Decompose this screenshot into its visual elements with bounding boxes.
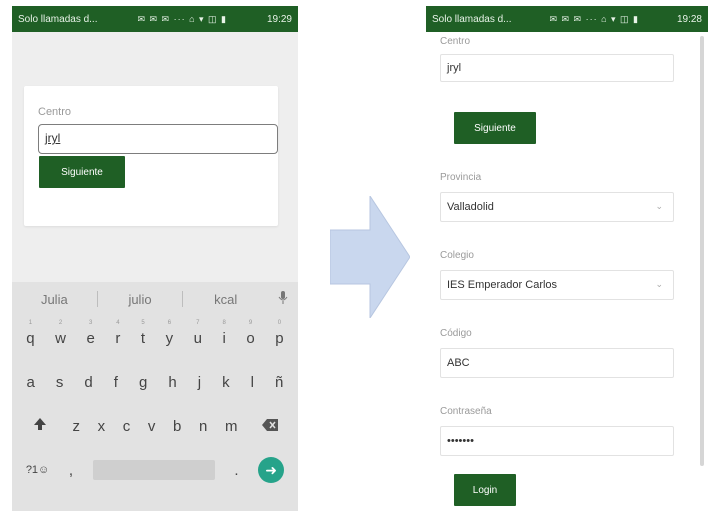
symbols-key[interactable]: ?1☺ xyxy=(26,464,49,476)
key-u[interactable]: 7u xyxy=(193,320,202,347)
key-m[interactable]: m xyxy=(225,418,238,435)
key-w[interactable]: 2w xyxy=(55,320,66,347)
suggestion-3[interactable]: kcal xyxy=(183,292,268,307)
key-hint: 0 xyxy=(277,319,282,326)
key-hint: 5 xyxy=(141,319,145,326)
keyboard-row-2: asdfghjklñ xyxy=(12,360,298,404)
colegio-select[interactable]: IES Emperador Carlos ⌄ xyxy=(440,270,674,300)
provincia-value: Valladolid xyxy=(447,201,494,213)
chevron-down-icon: ⌄ xyxy=(655,279,663,289)
key-h[interactable]: h xyxy=(168,374,176,391)
key-n[interactable]: n xyxy=(199,418,207,435)
codigo-label: Código xyxy=(440,328,472,339)
key-hint: 3 xyxy=(89,319,93,326)
key-s[interactable]: s xyxy=(56,374,64,391)
backspace-icon[interactable] xyxy=(255,418,285,435)
key-label: i xyxy=(222,329,226,347)
key-label: t xyxy=(140,329,146,347)
key-p[interactable]: 0p xyxy=(275,320,284,347)
key-d[interactable]: d xyxy=(84,374,92,391)
next-button[interactable]: Siguiente xyxy=(39,156,125,188)
space-key[interactable] xyxy=(92,460,215,480)
suggestion-2[interactable]: julio xyxy=(98,292,183,307)
key-hint: 1 xyxy=(28,319,33,326)
key-label: o xyxy=(246,329,255,347)
status-text: Solo llamadas d... xyxy=(432,13,512,25)
key-i[interactable]: 8i xyxy=(222,320,226,347)
status-time: 19:29 xyxy=(266,13,292,25)
key-t[interactable]: 5t xyxy=(140,320,146,347)
suggestion-1[interactable]: Julia xyxy=(12,292,97,307)
arrow-right-icon xyxy=(330,196,410,318)
keyboard-row-1: 1q2w3e4r5t6y7u8i9o0p xyxy=(12,316,298,360)
status-bar: Solo llamadas d... ✉ ✉ ✉ ··· ⌂ ▾ ◫ ▮ 19:… xyxy=(12,6,298,32)
key-y[interactable]: 6y xyxy=(165,320,174,347)
soft-keyboard: Julia julio kcal 1q2w3e4r5t6y7u8i9o0p as… xyxy=(12,282,298,511)
phone-screen-right: Solo llamadas d... ✉ ✉ ✉ ··· ⌂ ▾ ◫ ▮ 19:… xyxy=(426,6,708,520)
key-x[interactable]: x xyxy=(98,418,106,435)
status-icons: ✉ ✉ ✉ ··· ⌂ ▾ ◫ ▮ xyxy=(137,13,227,24)
status-time: 19:28 xyxy=(676,13,702,25)
key-b[interactable]: b xyxy=(173,418,181,435)
password-input[interactable]: ••••••• xyxy=(440,426,674,456)
mic-icon[interactable] xyxy=(268,290,298,308)
key-label: u xyxy=(193,329,202,347)
arrow-right-icon[interactable]: ➜ xyxy=(258,457,285,483)
key-label: w xyxy=(55,329,66,347)
key-z[interactable]: z xyxy=(72,418,80,435)
key-f[interactable]: f xyxy=(114,374,118,391)
period-key[interactable]: . xyxy=(234,462,238,479)
status-icons: ✉ ✉ ✉ ··· ⌂ ▾ ◫ ▮ xyxy=(549,13,639,24)
codigo-input[interactable]: ABC xyxy=(440,348,674,378)
key-hint: 7 xyxy=(196,319,200,326)
key-c[interactable]: c xyxy=(123,418,131,435)
key-g[interactable]: g xyxy=(139,374,147,391)
shift-icon[interactable] xyxy=(25,417,55,435)
key-hint: 8 xyxy=(222,319,226,326)
key-hint: 4 xyxy=(116,319,120,326)
key-q[interactable]: 1q xyxy=(26,320,35,347)
provincia-label: Provincia xyxy=(440,172,482,183)
comma-key[interactable]: , xyxy=(69,462,73,479)
centro-label: Centro xyxy=(440,36,471,47)
next-button[interactable]: Siguiente xyxy=(454,112,536,144)
chevron-down-icon: ⌄ xyxy=(655,201,663,211)
key-e[interactable]: 3e xyxy=(86,320,95,347)
scrollbar[interactable] xyxy=(700,36,704,466)
keyboard-row-4: ?1☺ , . ➜ xyxy=(12,448,298,492)
login-button[interactable]: Login xyxy=(454,474,516,506)
status-text: Solo llamadas d... xyxy=(18,13,98,25)
key-hint: 2 xyxy=(58,319,63,326)
key-label: e xyxy=(86,329,95,347)
keyboard-row-3: z xcvb n m xyxy=(12,404,298,448)
key-o[interactable]: 9o xyxy=(246,320,255,347)
key-v[interactable]: v xyxy=(148,418,156,435)
phone-screen-left: Solo llamadas d... ✉ ✉ ✉ ··· ⌂ ▾ ◫ ▮ 19:… xyxy=(12,6,298,511)
key-r[interactable]: 4r xyxy=(115,320,121,347)
colegio-label: Colegio xyxy=(440,250,474,261)
key-k[interactable]: k xyxy=(222,374,230,391)
password-label: Contraseña xyxy=(440,406,492,417)
key-label: y xyxy=(165,329,174,347)
key-label: q xyxy=(26,329,35,347)
key-a[interactable]: a xyxy=(27,374,35,391)
key-l[interactable]: l xyxy=(251,374,254,391)
status-bar: Solo llamadas d... ✉ ✉ ✉ ··· ⌂ ▾ ◫ ▮ 19:… xyxy=(426,6,708,32)
colegio-value: IES Emperador Carlos xyxy=(447,279,558,291)
key-j[interactable]: j xyxy=(198,374,201,391)
key-label: p xyxy=(275,329,284,347)
centro-label: Centro xyxy=(38,106,72,118)
centro-input[interactable]: jryl xyxy=(38,124,278,154)
suggestion-bar: Julia julio kcal xyxy=(12,282,298,316)
centro-input-value: jryl xyxy=(45,131,61,145)
provincia-select[interactable]: Valladolid ⌄ xyxy=(440,192,674,222)
key-hint: 6 xyxy=(167,319,172,326)
key-label: r xyxy=(115,329,121,347)
key-ñ[interactable]: ñ xyxy=(275,374,283,391)
centro-input[interactable]: jryl xyxy=(440,54,674,82)
key-hint: 9 xyxy=(248,319,253,326)
